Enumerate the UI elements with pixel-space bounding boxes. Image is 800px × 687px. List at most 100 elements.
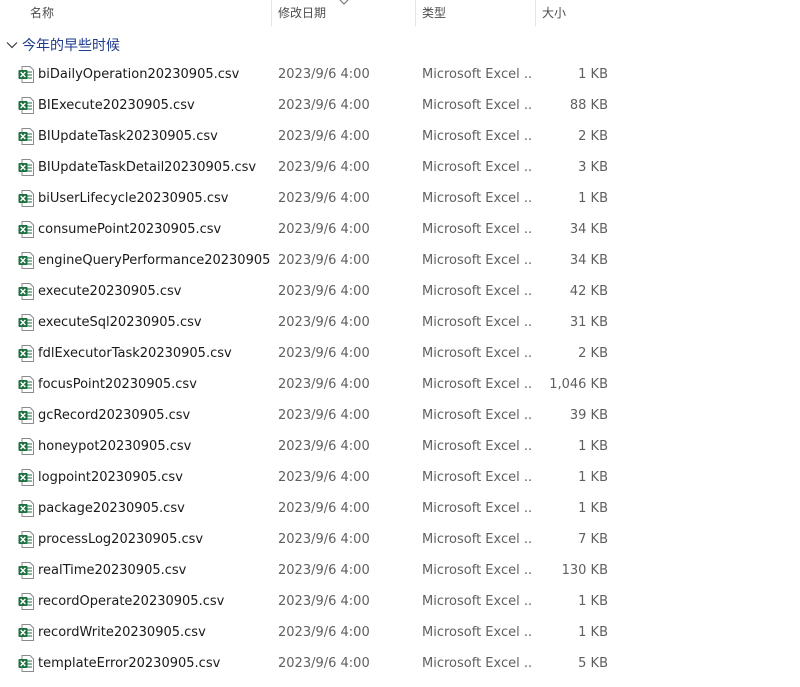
- file-date-modified: 2023/9/6 4:00: [278, 129, 370, 144]
- file-row[interactable]: processLog20230905.csv 2023/9/6 4:00 Micro…: [0, 524, 800, 555]
- file-name[interactable]: execute20230905.csv: [38, 276, 270, 307]
- column-header-name[interactable]: 名称: [24, 0, 271, 26]
- file-date-modified: 2023/9/6 4:00: [278, 563, 370, 578]
- file-row[interactable]: engineQueryPerformance20230905.csv 2023/9…: [0, 245, 800, 276]
- file-row[interactable]: consumePoint20230905.csv 2023/9/6 4:00 Mic…: [0, 214, 800, 245]
- file-name[interactable]: honeypot20230905.csv: [38, 431, 270, 462]
- excel-file-icon: [18, 283, 34, 300]
- file-row[interactable]: package20230905.csv 2023/9/6 4:00 Microsof…: [0, 493, 800, 524]
- file-size: 88 KB: [569, 98, 608, 113]
- excel-file-icon: [18, 438, 34, 455]
- file-name[interactable]: package20230905.csv: [38, 493, 270, 524]
- file-row[interactable]: BIUpdateTaskDetail20230905.csv 2023/9/6 4…: [0, 152, 800, 183]
- file-row[interactable]: executeSql20230905.csv 2023/9/6 4:00 Micro…: [0, 307, 800, 338]
- file-name[interactable]: BIUpdateTask20230905.csv: [38, 121, 270, 152]
- file-date-modified: 2023/9/6 4:00: [278, 656, 370, 671]
- file-name[interactable]: biDailyOperation20230905.csv: [38, 59, 270, 90]
- file-type: Microsoft Excel ...: [422, 129, 532, 144]
- file-date-modified: 2023/9/6 4:00: [278, 470, 370, 485]
- file-size: 1 KB: [578, 439, 608, 454]
- excel-file-icon: [18, 314, 34, 331]
- file-name[interactable]: realTime20230905.csv: [38, 555, 270, 586]
- file-size: 1 KB: [578, 470, 608, 485]
- file-name[interactable]: gcRecord20230905.csv: [38, 400, 270, 431]
- file-name[interactable]: recordWrite20230905.csv: [38, 617, 270, 648]
- file-size: 1 KB: [578, 594, 608, 609]
- file-date-modified: 2023/9/6 4:00: [278, 439, 370, 454]
- group-header-earlier-this-year[interactable]: 今年的早些时候: [0, 34, 120, 56]
- file-type: Microsoft Excel ...: [422, 594, 532, 609]
- excel-file-icon: [18, 562, 34, 579]
- file-type: Microsoft Excel ...: [422, 656, 532, 671]
- file-row[interactable]: fdlExecutorTask20230905.csv 2023/9/6 4:00…: [0, 338, 800, 369]
- file-date-modified: 2023/9/6 4:00: [278, 408, 370, 423]
- excel-file-icon: [18, 531, 34, 548]
- file-name[interactable]: executeSql20230905.csv: [38, 307, 270, 338]
- column-header-size[interactable]: 大小: [535, 0, 615, 26]
- excel-file-icon: [18, 593, 34, 610]
- file-row[interactable]: realTime20230905.csv 2023/9/6 4:00 Microso…: [0, 555, 800, 586]
- file-date-modified: 2023/9/6 4:00: [278, 315, 370, 330]
- excel-file-icon: [18, 159, 34, 176]
- excel-file-icon: [18, 345, 34, 362]
- file-row[interactable]: biDailyOperation20230905.csv 2023/9/6 4:0…: [0, 59, 800, 90]
- file-name[interactable]: recordOperate20230905.csv: [38, 586, 270, 617]
- file-name[interactable]: BIExecute20230905.csv: [38, 90, 270, 121]
- column-header-type[interactable]: 类型: [415, 0, 535, 26]
- file-type: Microsoft Excel ...: [422, 470, 532, 485]
- file-name[interactable]: templateError20230905.csv: [38, 648, 270, 679]
- file-list: biDailyOperation20230905.csv 2023/9/6 4:0…: [0, 59, 800, 679]
- excel-file-icon: [18, 376, 34, 393]
- file-row[interactable]: gcRecord20230905.csv 2023/9/6 4:00 Microso…: [0, 400, 800, 431]
- file-type: Microsoft Excel ...: [422, 346, 532, 361]
- column-header-date-label: 修改日期: [278, 6, 327, 20]
- file-date-modified: 2023/9/6 4:00: [278, 160, 370, 175]
- file-size: 2 KB: [578, 346, 608, 361]
- excel-file-icon: [18, 252, 34, 269]
- file-type: Microsoft Excel ...: [422, 67, 532, 82]
- file-row[interactable]: BIUpdateTask20230905.csv 2023/9/6 4:00 Mic…: [0, 121, 800, 152]
- group-header-label: 今年的早些时候: [22, 38, 120, 54]
- excel-file-icon: [18, 407, 34, 424]
- file-name[interactable]: processLog20230905.csv: [38, 524, 270, 555]
- file-type: Microsoft Excel ...: [422, 377, 532, 392]
- excel-file-icon: [18, 190, 34, 207]
- file-date-modified: 2023/9/6 4:00: [278, 191, 370, 206]
- file-type: Microsoft Excel ...: [422, 315, 532, 330]
- file-name[interactable]: focusPoint20230905.csv: [38, 369, 270, 400]
- file-name[interactable]: fdlExecutorTask20230905.csv: [38, 338, 270, 369]
- file-date-modified: 2023/9/6 4:00: [278, 625, 370, 640]
- file-date-modified: 2023/9/6 4:00: [278, 253, 370, 268]
- file-row[interactable]: focusPoint20230905.csv 2023/9/6 4:00 Micro…: [0, 369, 800, 400]
- file-type: Microsoft Excel ...: [422, 284, 532, 299]
- file-row[interactable]: execute20230905.csv 2023/9/6 4:00 Microsof…: [0, 276, 800, 307]
- file-size: 34 KB: [569, 222, 608, 237]
- file-row[interactable]: templateError20230905.csv 2023/9/6 4:00 Mi…: [0, 648, 800, 679]
- excel-file-icon: [18, 500, 34, 517]
- file-size: 7 KB: [578, 532, 608, 547]
- file-row[interactable]: biUserLifecycle20230905.csv 2023/9/6 4:00…: [0, 183, 800, 214]
- file-row[interactable]: recordOperate20230905.csv 2023/9/6 4:00 Mi…: [0, 586, 800, 617]
- file-name[interactable]: BIUpdateTaskDetail20230905.csv: [38, 152, 270, 183]
- file-date-modified: 2023/9/6 4:00: [278, 501, 370, 516]
- file-row[interactable]: logpoint20230905.csv 2023/9/6 4:00 Microso…: [0, 462, 800, 493]
- file-name[interactable]: biUserLifecycle20230905.csv: [38, 183, 270, 214]
- file-type: Microsoft Excel ...: [422, 563, 532, 578]
- file-type: Microsoft Excel ...: [422, 191, 532, 206]
- file-date-modified: 2023/9/6 4:00: [278, 284, 370, 299]
- file-type: Microsoft Excel ...: [422, 222, 532, 237]
- file-size: 1 KB: [578, 191, 608, 206]
- excel-file-icon: [18, 221, 34, 238]
- file-name[interactable]: consumePoint20230905.csv: [38, 214, 270, 245]
- file-name[interactable]: logpoint20230905.csv: [38, 462, 270, 493]
- file-date-modified: 2023/9/6 4:00: [278, 532, 370, 547]
- file-row[interactable]: BIExecute20230905.csv 2023/9/6 4:00 Micros…: [0, 90, 800, 121]
- file-size: 39 KB: [569, 408, 608, 423]
- chevron-down-icon[interactable]: [5, 38, 19, 52]
- file-type: Microsoft Excel ...: [422, 160, 532, 175]
- file-size: 3 KB: [578, 160, 608, 175]
- file-row[interactable]: recordWrite20230905.csv 2023/9/6 4:00 Micr…: [0, 617, 800, 648]
- file-row[interactable]: honeypot20230905.csv 2023/9/6 4:00 Microso…: [0, 431, 800, 462]
- file-date-modified: 2023/9/6 4:00: [278, 98, 370, 113]
- file-name[interactable]: engineQueryPerformance20230905.csv: [38, 245, 270, 276]
